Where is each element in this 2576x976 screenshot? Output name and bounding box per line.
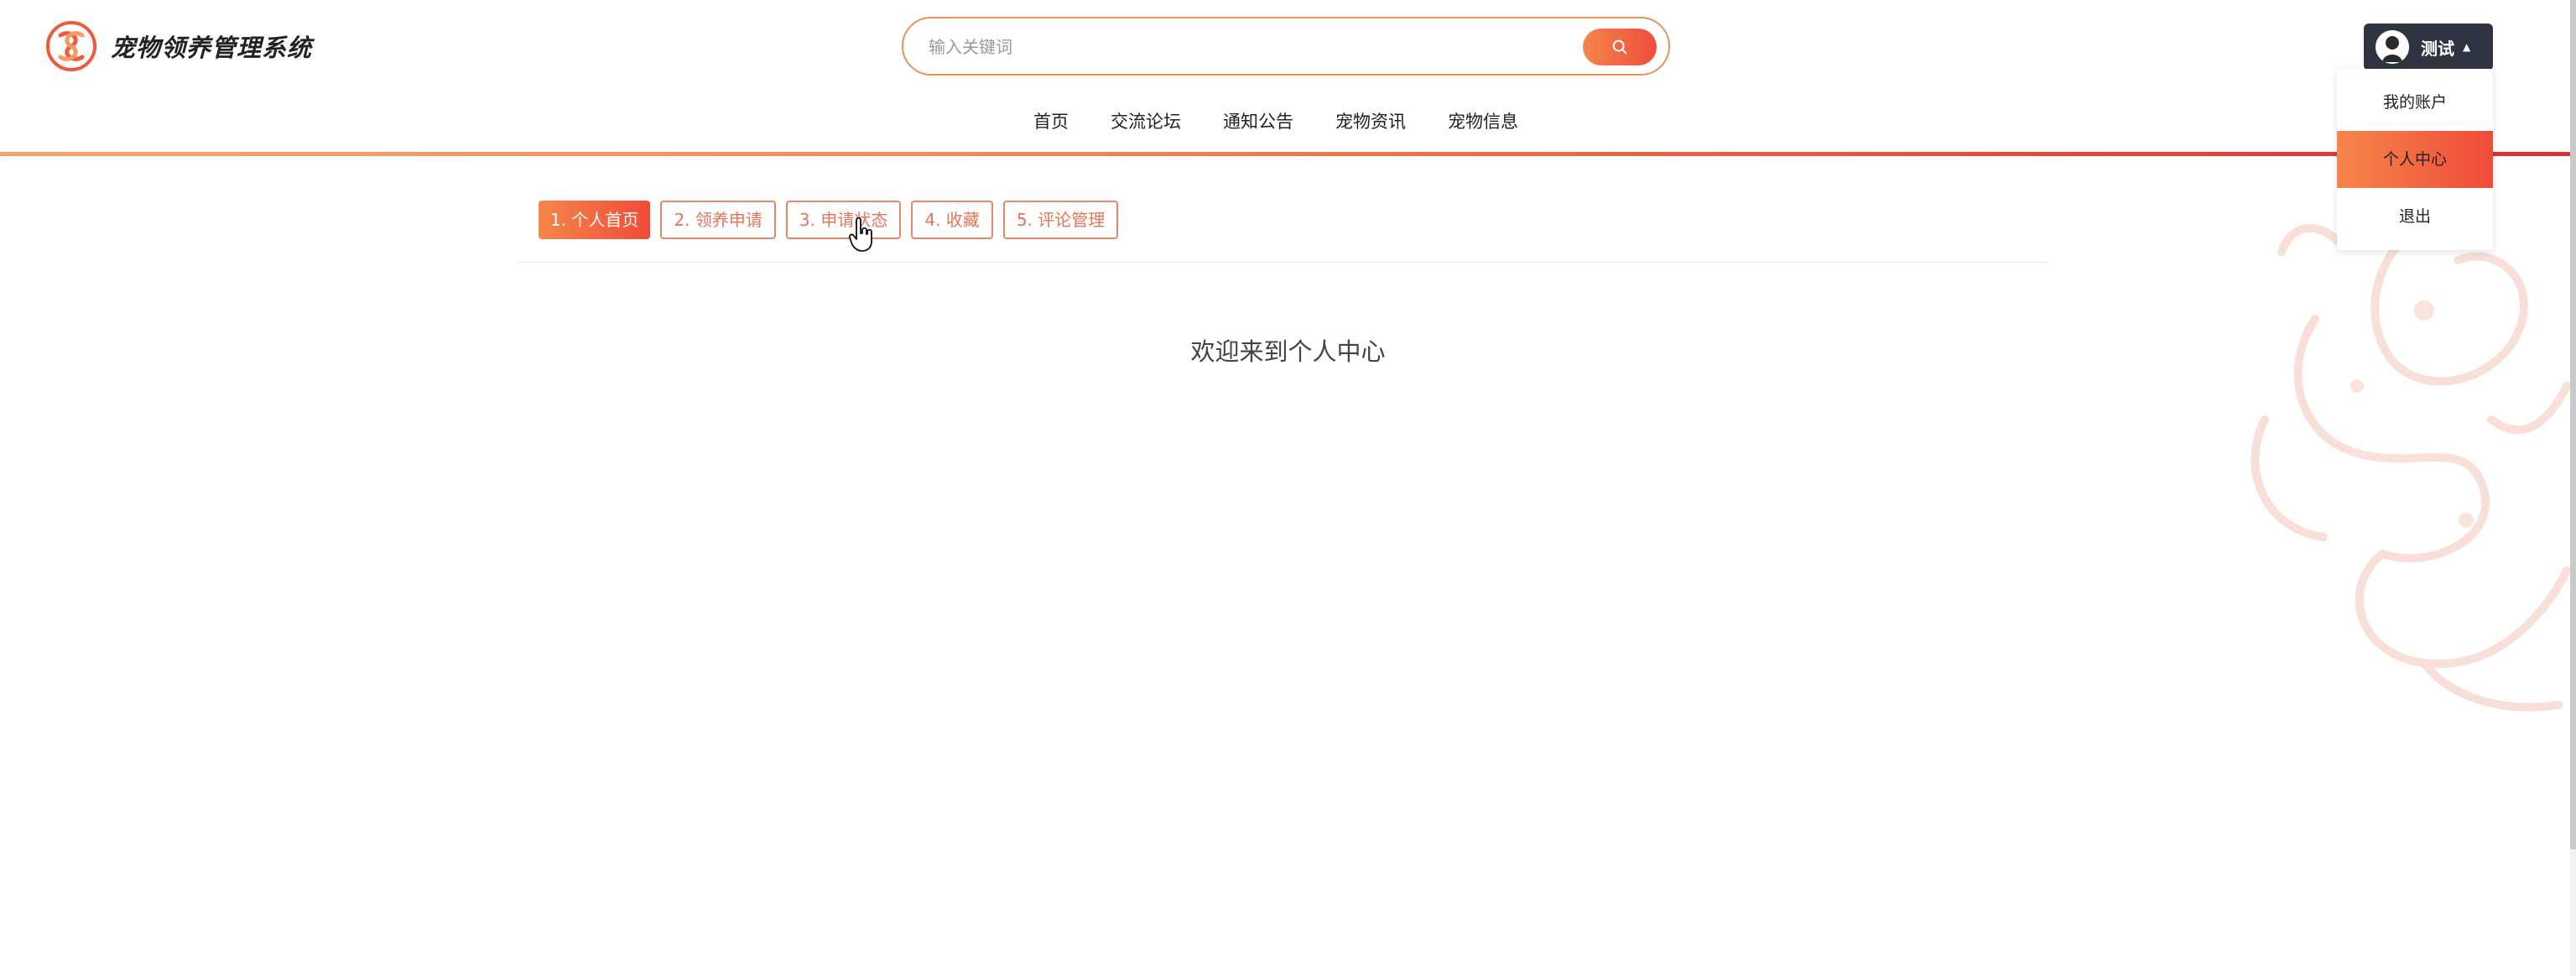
user-menu-button[interactable]: 测试 ▲ [2364,23,2493,70]
avatar-icon [2376,30,2409,64]
menu-item-personal-center[interactable]: 个人中心 [2337,131,2493,188]
nav-item-pet-news[interactable]: 宠物资讯 [1335,102,1406,141]
brand-title: 宠物领养管理系统 [111,34,313,62]
search-button[interactable] [1583,29,1657,65]
tab-adoption-application[interactable]: 2. 领养申请 [660,201,776,239]
caret-up-icon: ▲ [2463,41,2471,53]
scrollbar-thumb[interactable] [2570,0,2576,849]
nav-item-forum[interactable]: 交流论坛 [1111,102,1181,141]
search-input[interactable] [927,30,1551,64]
content-divider [517,262,2048,263]
nav-item-notices[interactable]: 通知公告 [1223,102,1293,141]
menu-item-logout[interactable]: 退出 [2337,188,2493,245]
dragon-watermark-icon [2251,197,2571,712]
user-dropdown-menu: 我的账户 个人中心 退出 [2337,69,2493,250]
tab-favorites[interactable]: 4. 收藏 [911,201,993,239]
header-gradient-divider [0,152,2576,156]
avatar [2376,30,2409,64]
top-header: 宠物领养管理系统 首页 交流论坛 通知公告 宠物资讯 宠物信息 [0,0,2576,156]
search-icon [1612,39,1627,55]
brand[interactable]: 宠物领养管理系统 [45,18,312,74]
nav-item-home[interactable]: 首页 [1033,102,1069,141]
menu-item-my-account[interactable]: 我的账户 [2337,74,2493,131]
tab-comment-management[interactable]: 5. 评论管理 [1002,201,1119,239]
hand-pointer-cursor-icon [849,217,872,252]
tab-application-status[interactable]: 3. 申请状态 [785,201,902,239]
nav-item-pet-info[interactable]: 宠物信息 [1448,102,1518,141]
tab-personal-home[interactable]: 1. 个人首页 [539,201,651,239]
welcome-message: 欢迎来到个人中心 [1190,337,1386,366]
search-box [902,17,1670,76]
personal-center-tabs: 1. 个人首页 2. 领养申请 3. 申请状态 4. 收藏 5. 评论管理 [539,201,1119,239]
main-nav: 首页 交流论坛 通知公告 宠物资讯 宠物信息 [0,102,2576,144]
clover-knot-logo-icon [46,21,96,71]
user-name: 测试 [2421,38,2454,59]
page-scrollbar[interactable] [2570,0,2576,976]
